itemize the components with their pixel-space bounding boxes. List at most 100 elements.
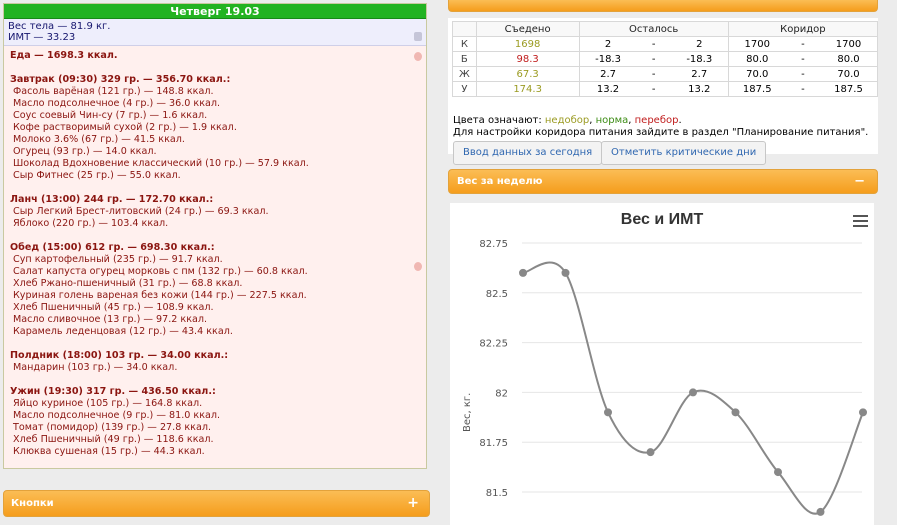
corridor-row: Ж 67.3 2.7 - 2.7 70.0 - 70.0 — [452, 66, 879, 82]
food-item: Масло подсолнечное (9 гр.) — 81.0 ккал. — [13, 410, 221, 421]
buttons-panel-title: Кнопки — [11, 498, 54, 509]
legend-over: перебор — [634, 115, 679, 126]
corridor-row: Б 98.3 -18.3 - -18.3 80.0 - 80.0 — [452, 51, 879, 67]
week-weight-panel-header[interactable]: Вес за неделю − — [448, 169, 878, 194]
food-total: Еда — 1698.3 ккал. — [10, 50, 118, 61]
day-header[interactable]: Четверг 19.03 — [4, 4, 426, 19]
food-item: Салат капуста огурец морковь с пм (132 г… — [13, 266, 308, 277]
corridor-min: 1700 — [744, 38, 770, 50]
col-corridor: Коридор — [727, 21, 879, 37]
data-point — [689, 388, 697, 397]
eaten-value: 98.3 — [475, 51, 580, 67]
dash: - — [651, 38, 656, 50]
left-column: Четверг 19.03 Вес тела — 81.9 кг. ИМТ — … — [0, 0, 430, 525]
meal-title: Ужин (19:30) 317 гр. — 436.50 ккал.: — [10, 386, 216, 397]
corridor-table: Съедено Осталось Коридор К 1698 2-2 1700-17… — [452, 21, 879, 97]
remaining-min: 2 — [604, 38, 612, 50]
y-tick-label: 82.75 — [479, 239, 508, 250]
body-weight: Вес тела — 81.9 кг. — [8, 21, 111, 32]
y-axis-label: Вес, кг. — [462, 393, 473, 432]
series-line — [522, 261, 864, 515]
weight-chart: Вес и ИМТ 82.75 82.5 82.25 82 81.75 81.5 Вес, … — [450, 203, 874, 525]
edit-icon[interactable] — [414, 32, 422, 41]
nutrient-key: У — [452, 81, 477, 97]
food-item: Масло подсолнечное (4 гр.) — 36.0 ккал. — [13, 98, 221, 109]
day-panel: Четверг 19.03 Вес тела — 81.9 кг. ИМТ — … — [3, 3, 427, 469]
food-item: Кофе растворимый сухой (2 гр.) — 1.9 кка… — [13, 122, 237, 133]
food-item: Клюква сушеная (15 гр.) — 44.3 ккал. — [13, 446, 205, 457]
food-item: Молоко 3.6% (67 гр.) — 41.5 ккал. — [13, 134, 185, 145]
corridor-panel-header[interactable]: − — [448, 0, 878, 12]
edit-icon[interactable] — [414, 262, 422, 271]
data-point — [604, 408, 612, 417]
corridor-cell: 80.0 - 80.0 — [727, 51, 879, 67]
food-item: Хлеб Пшеничный (49 гр.) — 118.6 ккал. — [13, 434, 214, 445]
enter-today-data-button[interactable]: Ввод данных за сегодня — [453, 141, 603, 165]
edit-icon[interactable] — [414, 52, 422, 61]
remaining-min: 2.7 — [600, 68, 616, 80]
dash: - — [651, 68, 656, 80]
remaining-min: 13.2 — [596, 83, 620, 95]
corner-cell — [452, 21, 477, 37]
dash: - — [801, 83, 805, 95]
food-item: Хлеб Пшеничный (45 гр.) — 108.9 ккал. — [13, 302, 214, 313]
food-item: Шоколад Вдохновение классический (10 гр.… — [13, 158, 309, 169]
data-point — [816, 507, 825, 516]
remaining-cell: 2 - 2 — [578, 36, 729, 52]
remaining-max: 2 — [696, 38, 703, 50]
expand-icon[interactable]: + — [407, 491, 419, 516]
data-point — [519, 268, 527, 277]
food-item: Фасоль варёная (121 гр.) — 148.8 ккал. — [13, 86, 214, 97]
corridor-cell: 1700 - 1700 — [727, 36, 879, 52]
data-point — [561, 268, 570, 277]
food-item: Мандарин (103 гр.) — 34.0 ккал. — [13, 362, 178, 373]
y-tick-label: 81.5 — [486, 488, 508, 499]
col-remaining: Осталось — [578, 21, 729, 37]
dash: - — [801, 38, 805, 50]
col-eaten: Съедено — [475, 21, 580, 37]
corridor-max: 1700 — [835, 38, 862, 50]
dash: - — [651, 53, 656, 65]
food-item: Яйцо куриное (105 гр.) — 164.8 ккал. — [13, 398, 203, 409]
food-item: Томат (помидор) (139 гр.) — 27.8 ккал. — [13, 422, 212, 433]
mark-critical-days-button[interactable]: Отметить критические дни — [601, 141, 767, 165]
corridor-row: У 174.3 13.2 - 13.2 187.5 - 187.5 — [452, 81, 879, 97]
meal-title: Ланч (13:00) 244 гр. — 172.70 ккал.: — [10, 194, 214, 205]
food-item: Масло сливочное (13 гр.) — 97.2 ккал. — [13, 314, 208, 325]
color-legend: Цвета означают: недобор, норма, перебор.… — [453, 115, 868, 139]
food-item: Карамель леденцовая (12 гр.) — 43.4 ккал… — [13, 326, 233, 337]
right-column: − Съедено Осталось Коридор К1698 2 - 2 1700 -… — [444, 0, 881, 525]
data-point — [731, 408, 740, 417]
corridor-max: 187.5 — [834, 83, 863, 95]
nutrient-key: Ж — [452, 66, 477, 82]
dash: - — [801, 68, 805, 80]
remaining-cell: 2.7 - 2.7 — [578, 66, 729, 82]
food-item: Яблоко (220 гр.) — 103.4 ккал. — [13, 218, 169, 229]
remaining-cell: 13.2 - 13.2 — [578, 81, 729, 97]
remaining-max: -18.3 — [686, 53, 713, 65]
chart-plot: 82.75 82.5 82.25 82 81.75 81.5 Вес, кг. — [462, 239, 867, 516]
food-item: Суп картофельный (235 гр.) — 91.7 ккал. — [13, 254, 223, 265]
meal-title: Обед (15:00) 612 гр. — 698.30 ккал.: — [10, 242, 215, 253]
eaten-value: 174.3 — [475, 81, 580, 97]
legend-end: . — [678, 115, 682, 126]
nutrient-key: Б — [452, 51, 477, 67]
y-tick-label: 82.5 — [486, 289, 508, 300]
collapse-icon[interactable]: − — [859, 0, 867, 5]
y-tick-label: 82.25 — [479, 339, 508, 350]
y-tick-label: 82 — [495, 388, 508, 399]
corridor-min: 70.0 — [746, 68, 769, 80]
eaten-value: 1698 — [475, 36, 580, 52]
buttons-panel-header[interactable]: Кнопки + — [3, 490, 430, 517]
corridor-row: К 1698 2 - 2 1700 - 1700 — [452, 36, 879, 52]
corridor-cell: 187.5 - 187.5 — [727, 81, 879, 97]
food-item: Сыр Фитнес (25 гр.) — 55.0 ккал. — [13, 170, 181, 181]
meal-title: Завтрак (09:30) 329 гр. — 356.70 ккал.: — [10, 74, 231, 85]
remaining-max: 13.2 — [688, 83, 711, 95]
collapse-icon[interactable]: − — [854, 170, 865, 193]
data-point — [646, 448, 655, 457]
